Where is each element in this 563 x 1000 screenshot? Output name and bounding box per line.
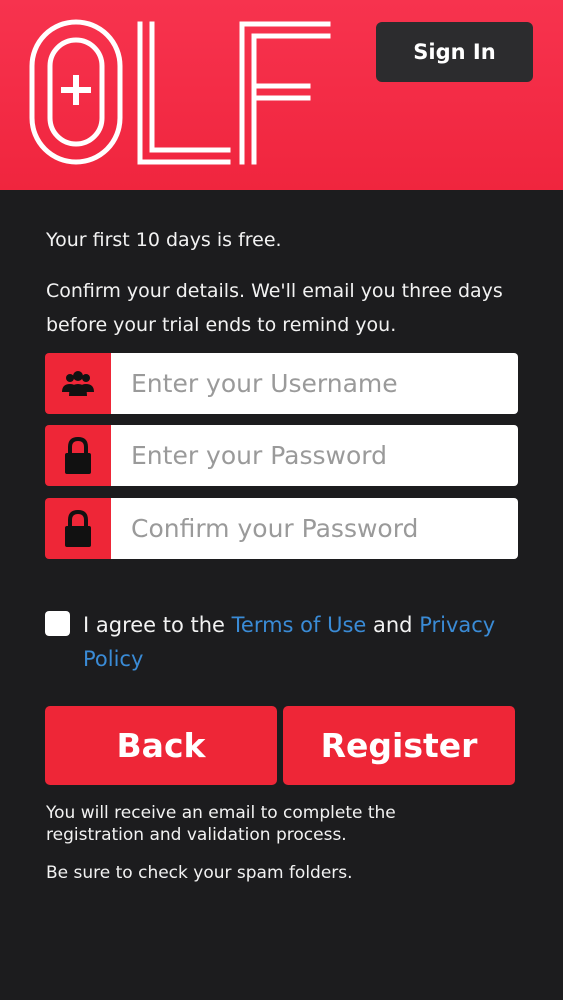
- registration-panel: Your first 10 days is free. Confirm your…: [0, 190, 563, 1000]
- sign-in-button[interactable]: Sign In: [376, 22, 533, 82]
- username-input[interactable]: [111, 353, 518, 414]
- confirm-password-input[interactable]: [111, 498, 518, 559]
- back-button[interactable]: Back: [45, 706, 277, 785]
- username-field: [45, 353, 518, 414]
- register-button[interactable]: Register: [283, 706, 515, 785]
- agree-checkbox[interactable]: [45, 611, 70, 636]
- terms-of-use-link[interactable]: Terms of Use: [232, 613, 367, 637]
- confirm-password-field: [45, 498, 518, 559]
- agree-prefix: I agree to the: [83, 613, 232, 637]
- agree-middle: and: [366, 613, 420, 637]
- lock-icon: [45, 425, 111, 486]
- agree-text: I agree to the Terms of Use and Privacy …: [83, 608, 515, 676]
- users-icon: [45, 353, 111, 414]
- olf-logo: [29, 19, 331, 165]
- spam-note: Be sure to check your spam folders.: [46, 863, 353, 883]
- email-note: You will receive an email to complete th…: [46, 803, 396, 845]
- confirm-details-text: Confirm your details. We'll email you th…: [46, 280, 503, 336]
- terms-agreement: I agree to the Terms of Use and Privacy …: [45, 608, 515, 676]
- header: Sign In: [0, 0, 563, 190]
- lock-icon: [45, 498, 111, 559]
- free-trial-text: Your first 10 days is free.: [46, 229, 282, 251]
- password-field: [45, 425, 518, 486]
- password-input[interactable]: [111, 425, 518, 486]
